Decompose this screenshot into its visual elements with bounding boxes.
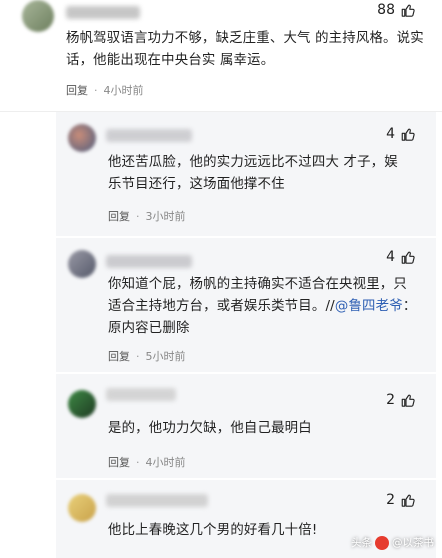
avatar[interactable] (68, 494, 96, 522)
comment-item: 88 杨帆驾驭语言功力不够，缺乏庄重、大气 的主持风格。说实话，他能出现在中央台… (0, 0, 442, 112)
like-button[interactable]: 4 (386, 126, 416, 142)
timestamp: 4小时前 (103, 84, 144, 97)
separator-dot: · (94, 83, 98, 97)
reply-text: 他还苦瓜脸，他的实力远远比不过四大 才子，娱乐节目还行，这场面他撑不住 (108, 155, 398, 192)
like-count: 4 (386, 126, 395, 142)
username-blurred[interactable] (106, 388, 176, 401)
thumbs-up-icon (401, 494, 415, 507)
username-blurred[interactable] (106, 494, 208, 507)
avatar[interactable] (68, 124, 96, 152)
like-button[interactable]: 2 (386, 392, 416, 408)
username-blurred[interactable] (106, 255, 192, 268)
reply-text: 是的，他功力欠缺，他自己最明白 (108, 421, 312, 436)
watermark-brand: 头条 (351, 537, 372, 549)
like-button[interactable]: 88 (377, 2, 416, 18)
timestamp: 3小时前 (145, 210, 186, 223)
timestamp: 5小时前 (145, 350, 186, 363)
username-blurred[interactable] (66, 6, 140, 19)
thumbs-up-icon (401, 394, 415, 407)
avatar[interactable] (68, 250, 96, 278)
reply-item: 2 是的，他功力欠缺，他自己最明白 回复 · 4小时前 (56, 374, 436, 478)
separator-dot: · (136, 209, 140, 223)
toutiao-logo-icon (375, 535, 389, 550)
like-button[interactable]: 4 (386, 249, 416, 265)
avatar[interactable] (22, 0, 54, 32)
like-count: 2 (386, 392, 395, 408)
like-count: 88 (377, 2, 395, 18)
watermark: 头条 @以茶书 (351, 535, 434, 550)
thumbs-up-icon (401, 128, 415, 141)
username-blurred[interactable] (106, 129, 192, 142)
reply-item: 4 他还苦瓜脸，他的实力远远比不过四大 才子，娱乐节目还行，这场面他撑不住 回复… (56, 112, 436, 236)
reply-text: 你知道个屁，杨帆的主持确实不适合在央视里，只适合主持地方台，或者娱乐类节目。//… (108, 274, 420, 340)
watermark-author: @以茶书 (392, 537, 434, 549)
thumbs-up-icon (401, 4, 415, 17)
mention-link[interactable]: @鲁四老爷 (335, 299, 403, 314)
like-count: 4 (386, 249, 395, 265)
avatar[interactable] (68, 390, 96, 418)
thumbs-up-icon (401, 251, 415, 264)
separator-dot: · (136, 455, 140, 469)
like-button[interactable]: 2 (386, 492, 416, 508)
reply-button[interactable]: 回复 (108, 454, 130, 470)
comment-text: 杨帆驾驭语言功力不够，缺乏庄重、大气 的主持风格。说实话，他能出现在中央台实 属… (66, 31, 424, 68)
separator-dot: · (136, 349, 140, 363)
like-count: 2 (386, 492, 395, 508)
reply-item: 4 你知道个屁，杨帆的主持确实不适合在央视里，只适合主持地方台，或者娱乐类节目。… (56, 238, 436, 372)
reply-button[interactable]: 回复 (108, 348, 130, 364)
timestamp: 4小时前 (145, 456, 186, 469)
reply-button[interactable]: 回复 (66, 82, 88, 98)
reply-button[interactable]: 回复 (108, 208, 130, 224)
